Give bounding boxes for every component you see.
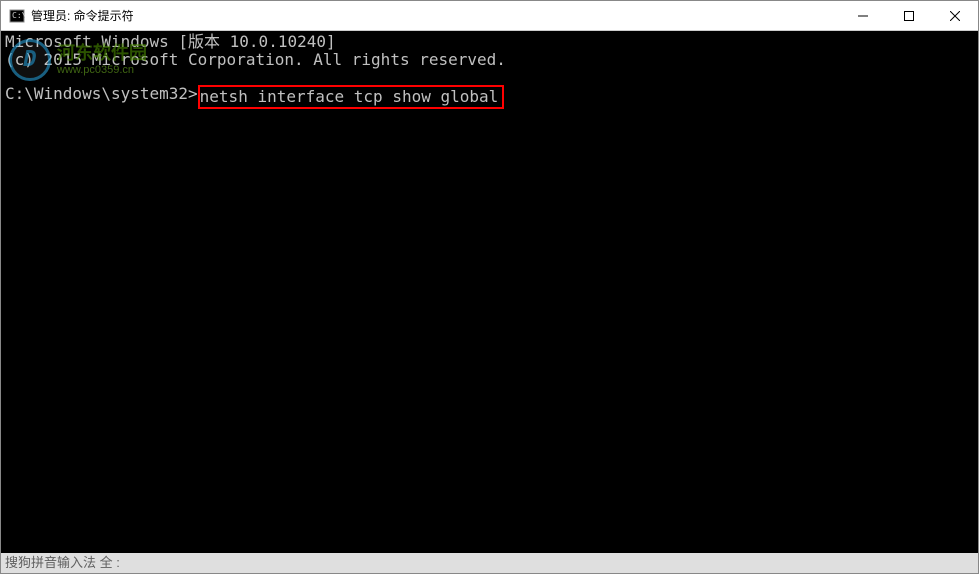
titlebar[interactable]: C:\ 管理员: 命令提示符 <box>1 1 978 31</box>
command-prompt-window: C:\ 管理员: 命令提示符 D 河东软件园 www.pc0359.cn <box>0 0 979 574</box>
svg-text:C:\: C:\ <box>12 11 25 20</box>
terminal-line-copyright: (c) 2015 Microsoft Corporation. All righ… <box>1 51 978 69</box>
maximize-button[interactable] <box>886 1 932 30</box>
close-button[interactable] <box>932 1 978 30</box>
window-controls <box>840 1 978 30</box>
window-title: 管理员: 命令提示符 <box>31 7 840 24</box>
ime-status-text: 搜狗拼音输入法 全 : <box>5 554 120 572</box>
app-icon: C:\ <box>9 8 25 24</box>
terminal-output[interactable]: D 河东软件园 www.pc0359.cn Microsoft Windows … <box>1 31 978 573</box>
watermark-url: www.pc0359.cn <box>57 64 147 76</box>
watermark-sitename: 河东软件园 <box>57 44 147 64</box>
terminal-prompt-line: C:\Windows\system32>netsh interface tcp … <box>1 85 978 109</box>
terminal-command: netsh interface tcp show global <box>200 87 499 106</box>
command-highlight-box: netsh interface tcp show global <box>198 85 505 109</box>
watermark-logo: D <box>9 39 51 81</box>
watermark: D 河东软件园 www.pc0359.cn <box>9 39 147 81</box>
minimize-button[interactable] <box>840 1 886 30</box>
watermark-text: 河东软件园 www.pc0359.cn <box>57 44 147 76</box>
ime-status-bar[interactable]: 搜狗拼音输入法 全 : <box>1 553 978 573</box>
terminal-line-version: Microsoft Windows [版本 10.0.10240] <box>1 33 978 51</box>
terminal-prompt: C:\Windows\system32> <box>5 85 198 109</box>
watermark-letter: D <box>23 51 36 69</box>
